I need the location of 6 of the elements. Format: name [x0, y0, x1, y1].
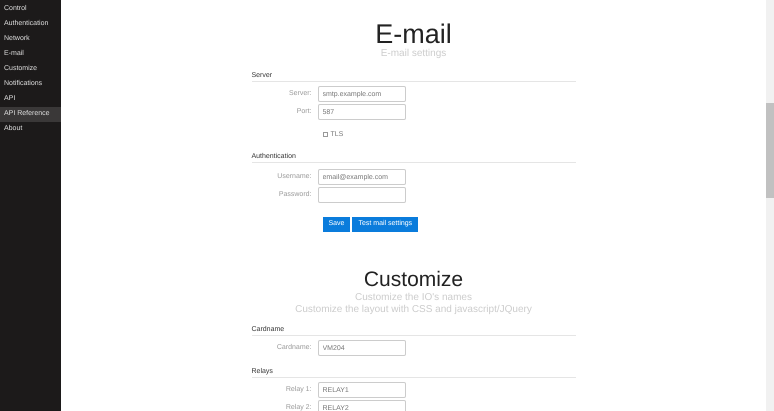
section-title: Customize	[362, 268, 464, 292]
scrollbar-thumb[interactable]	[766, 103, 774, 198]
input-field[interactable]	[318, 187, 406, 203]
page-title: E-mail	[374, 20, 453, 48]
scrollbar[interactable]	[766, 0, 774, 411]
checkbox[interactable]	[322, 132, 328, 137]
